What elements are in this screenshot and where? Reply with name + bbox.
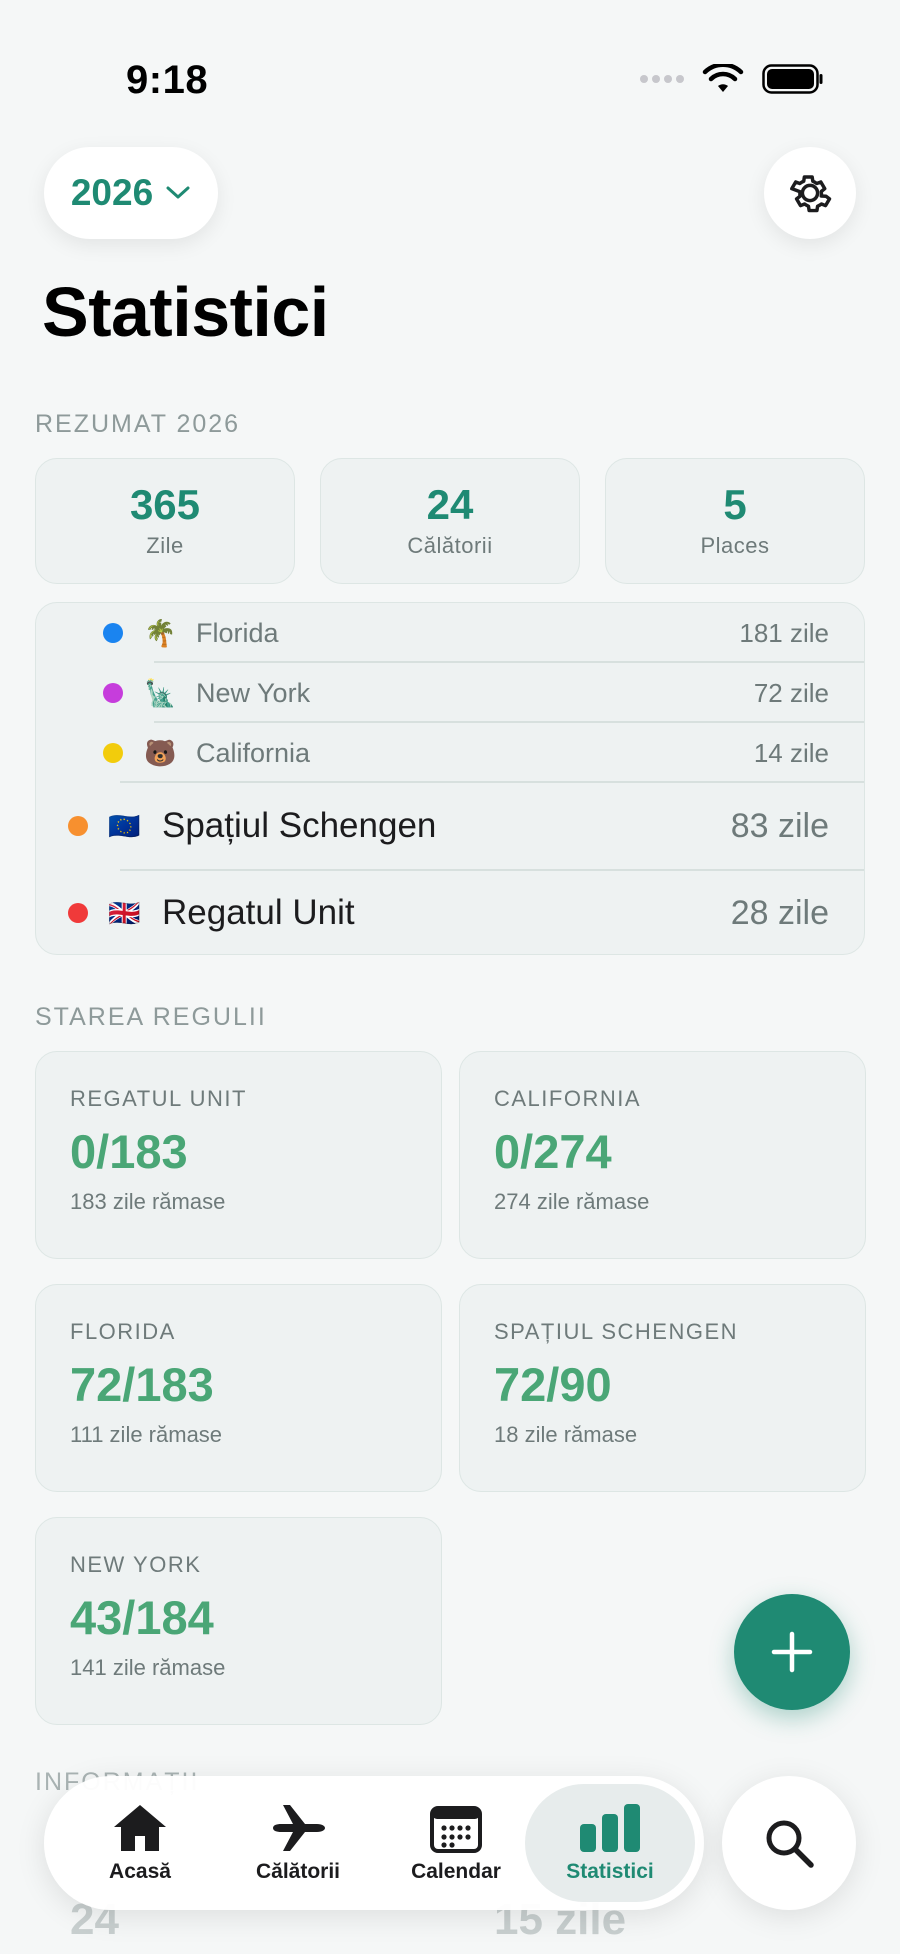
year-selector[interactable]: 2026 [44,147,218,239]
color-dot [68,903,88,923]
rule-title: REGATUL UNIT [70,1086,247,1111]
bar-chart-icon [580,1804,640,1852]
place-name: Regatul Unit [162,893,355,932]
place-breakdown-list: 🌴 Florida 181 zile 🗽 New York 72 zile 🐻 … [35,602,865,955]
place-days: 28 zile [730,893,829,932]
summary-places-label: Places [700,533,770,558]
house-icon [114,1805,166,1851]
rule-title: FLORIDA [70,1319,176,1344]
statue-of-liberty-icon: 🗽 [144,677,177,708]
place-name: Florida [196,617,279,648]
summary-trips-label: Călătorii [407,533,493,558]
battery-icon [762,64,823,94]
search-button[interactable] [722,1776,856,1910]
rule-card-uk[interactable]: REGATUL UNIT 0/183 183 zile rămase [35,1051,442,1259]
list-item-uk[interactable]: 🇬🇧 Regatul Unit 28 zile [36,870,864,954]
place-days: 83 zile [730,806,829,845]
rule-value: 72/183 [70,1358,214,1411]
rule-title: CALIFORNIA [494,1086,642,1111]
palm-tree-icon: 🌴 [144,617,177,648]
statistics-screen: 9:18 2026 Statistici REZUMAT 2026 365 Zi… [0,0,900,1954]
wifi-icon [702,64,744,92]
rule-remaining: 18 zile rămase [494,1422,638,1447]
status-time: 9:18 [126,58,209,102]
rule-value: 0/183 [70,1125,188,1178]
eu-flag-icon: 🇪🇺 [108,810,141,841]
tab-trips[interactable]: Călătorii [218,1784,378,1902]
color-dot [103,623,123,643]
tab-statistics[interactable]: Statistici [525,1784,695,1902]
rule-title: NEW YORK [70,1552,202,1577]
gear-icon [790,175,832,213]
place-name: Spațiul Schengen [162,806,437,845]
list-item-schengen[interactable]: 🇪🇺 Spațiul Schengen 83 zile [36,783,864,869]
tab-bar: Acasă Călătorii Calendar Statistici [44,1776,704,1910]
summary-days-label: Zile [146,533,184,558]
place-days: 14 zile [753,737,829,768]
search-icon [766,1820,814,1868]
list-item-florida[interactable]: 🌴 Florida 181 zile [36,603,864,663]
status-icons [640,64,824,94]
tab-label: Statistici [566,1860,654,1883]
rule-card-california[interactable]: CALIFORNIA 0/274 274 zile rămase [459,1051,866,1259]
tab-label: Acasă [109,1860,171,1883]
summary-card-days: 365 Zile [35,458,295,584]
plus-icon [771,1631,813,1673]
place-name: New York [196,677,311,708]
page-title: Statistici [42,273,329,351]
rules-section-header: STAREA REGULII [35,1003,267,1031]
list-item-new-york[interactable]: 🗽 New York 72 zile [36,663,864,723]
summary-places-value: 5 [723,481,747,528]
tab-calendar[interactable]: Calendar [376,1784,536,1902]
color-dot [103,743,123,763]
settings-button[interactable] [764,147,856,239]
cellular-signal-icon [640,75,684,83]
color-dot [103,683,123,703]
chevron-down-icon [166,186,190,199]
place-days: 181 zile [739,617,829,648]
add-trip-button[interactable] [734,1594,850,1710]
summary-section-header: REZUMAT 2026 [35,410,241,438]
rule-remaining: 183 zile rămase [70,1189,226,1214]
rule-remaining: 111 zile rămase [70,1422,223,1447]
rule-value: 43/184 [70,1591,214,1644]
rule-value: 0/274 [494,1125,612,1178]
summary-card-places: 5 Places [605,458,865,584]
rule-title: SPAȚIUL SCHENGEN [494,1319,739,1344]
calendar-icon [430,1806,482,1853]
tab-label: Calendar [411,1860,501,1883]
year-label: 2026 [70,172,154,213]
rule-card-florida[interactable]: FLORIDA 72/183 111 zile rămase [35,1284,442,1492]
uk-flag-icon: 🇬🇧 [108,897,141,928]
place-name: California [196,737,311,768]
place-days: 72 zile [753,677,829,708]
tab-label: Călătorii [255,1860,341,1883]
rule-value: 72/90 [494,1358,612,1411]
rule-card-new-york[interactable]: NEW YORK 43/184 141 zile rămase [35,1517,442,1725]
rule-remaining: 141 zile rămase [70,1655,226,1680]
tab-home[interactable]: Acasă [60,1784,220,1902]
summary-trips-value: 24 [426,481,474,528]
airplane-icon [273,1805,325,1851]
rule-remaining: 274 zile rămase [494,1189,650,1214]
summary-days-value: 365 [129,481,201,528]
list-item-california[interactable]: 🐻 California 14 zile [36,723,864,783]
bear-icon: 🐻 [144,737,177,768]
rule-card-schengen[interactable]: SPAȚIUL SCHENGEN 72/90 18 zile rămase [459,1284,866,1492]
summary-card-trips: 24 Călătorii [320,458,580,584]
color-dot [68,816,88,836]
